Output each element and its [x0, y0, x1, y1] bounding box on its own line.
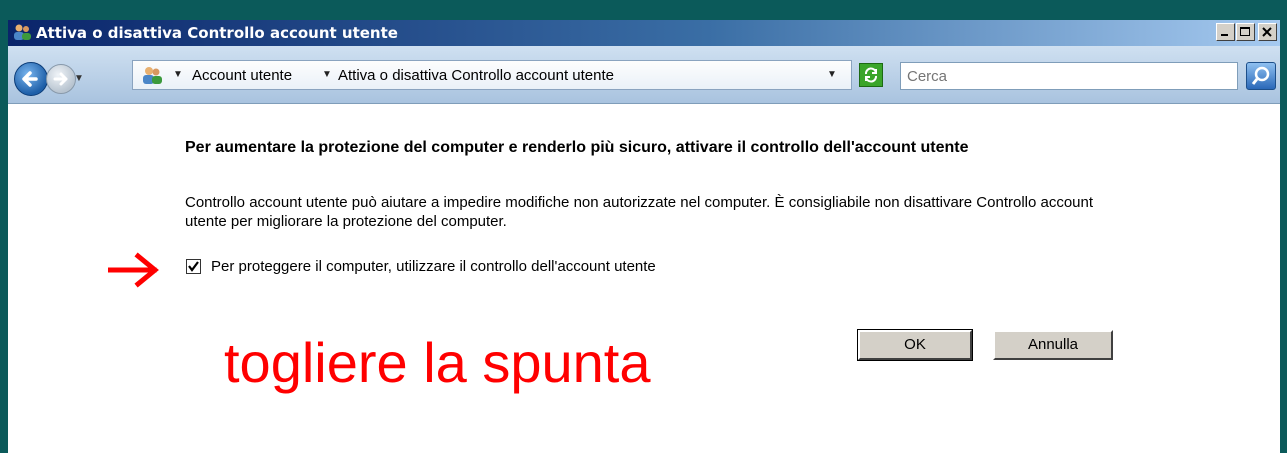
minimize-icon — [1221, 34, 1228, 36]
recent-pages-dropdown-icon[interactable]: ▼ — [74, 73, 84, 84]
uac-checkbox-label[interactable]: Per proteggere il computer, utilizzare i… — [211, 258, 656, 275]
minimize-button[interactable] — [1216, 23, 1235, 41]
description-text: Controllo account utente può aiutare a i… — [185, 194, 1094, 230]
back-arrow-icon — [22, 71, 38, 87]
content-pane: Per aumentare la protezione del computer… — [8, 104, 1280, 453]
chevron-down-icon[interactable]: ▼ — [827, 69, 837, 80]
forward-arrow-icon — [53, 72, 68, 86]
checkmark-icon — [188, 261, 199, 272]
users-icon — [143, 67, 162, 84]
title-bar[interactable]: Attiva o disattiva Controllo account ute… — [8, 20, 1280, 46]
window: Attiva o disattiva Controllo account ute… — [0, 0, 1287, 453]
annotation-text: togliere la spunta — [224, 331, 651, 394]
search-input[interactable] — [900, 62, 1238, 90]
close-icon — [1262, 27, 1272, 37]
address-bar[interactable]: ▼ Account utente ▼ Attiva o disattiva Co… — [132, 60, 852, 90]
uac-checkbox[interactable] — [186, 259, 201, 274]
ok-button[interactable]: OK — [857, 329, 973, 361]
cancel-button[interactable]: Annulla — [993, 330, 1113, 360]
chevron-down-icon[interactable]: ▼ — [173, 69, 183, 80]
refresh-button[interactable] — [859, 63, 883, 87]
red-arrow-icon — [108, 252, 159, 288]
page-heading: Per aumentare la protezione del computer… — [185, 139, 969, 156]
forward-button[interactable] — [46, 64, 76, 94]
search-icon — [1251, 66, 1270, 85]
maximize-button[interactable] — [1236, 23, 1255, 41]
chevron-down-icon[interactable]: ▼ — [322, 69, 332, 80]
maximize-icon — [1240, 27, 1250, 36]
users-icon — [14, 24, 31, 40]
breadcrumb-item[interactable]: Account utente — [192, 67, 292, 84]
search-button[interactable] — [1246, 62, 1276, 90]
close-button[interactable] — [1258, 23, 1277, 41]
window-title: Attiva o disattiva Controllo account ute… — [36, 24, 398, 42]
navigation-bar: ▼ ▼ Account utente ▼ Attiva o disattiva … — [8, 46, 1280, 104]
breadcrumb-item[interactable]: Attiva o disattiva Controllo account ute… — [338, 67, 614, 84]
back-button[interactable] — [14, 62, 48, 96]
refresh-icon — [865, 67, 877, 83]
